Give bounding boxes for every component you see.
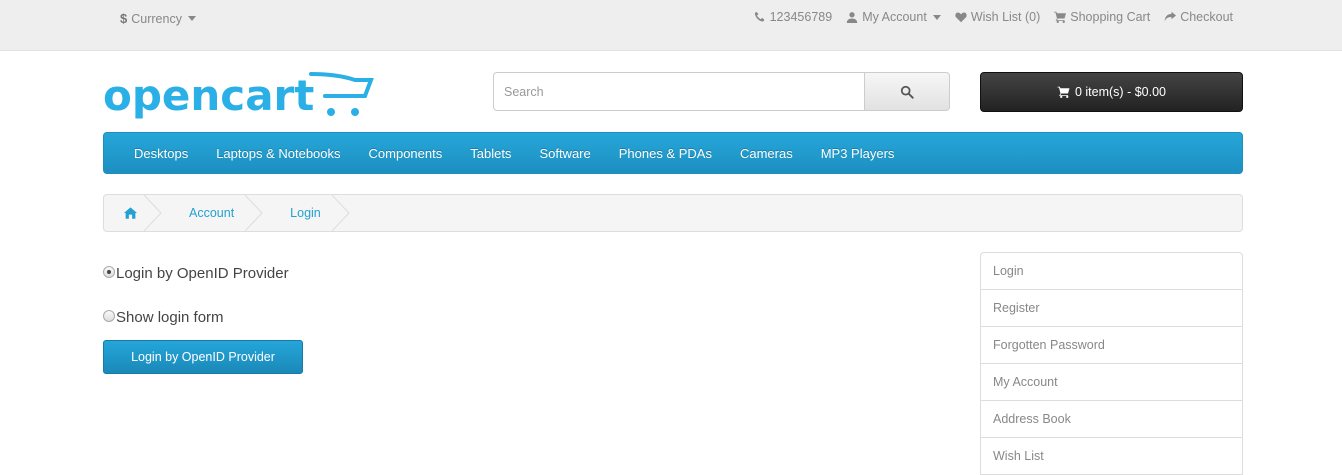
- wish-list-label: Wish List (0): [970, 10, 1041, 24]
- caret-down-icon: [187, 16, 196, 21]
- search-input[interactable]: [493, 72, 865, 111]
- cart-icon: [1057, 86, 1070, 98]
- breadcrumb-separator: [331, 195, 350, 231]
- phone-link[interactable]: 123456789: [754, 10, 833, 24]
- wish-list-link[interactable]: Wish List (0): [955, 10, 1040, 24]
- search-bar: [493, 72, 950, 111]
- top-bar: $ Currency 123456789 My Account Wish Lis…: [0, 0, 1342, 51]
- search-icon: [900, 85, 914, 99]
- phone-icon: [754, 11, 765, 22]
- logo-text: opencart: [103, 71, 314, 120]
- home-icon: [124, 207, 137, 219]
- caret-down-icon: [932, 14, 941, 20]
- breadcrumb-account[interactable]: Account: [161, 195, 263, 231]
- cart-icon: [1054, 11, 1067, 23]
- radio-openid[interactable]: [103, 266, 115, 278]
- menu-item-phones-pdas[interactable]: Phones & PDAs: [605, 146, 726, 161]
- openid-login-button[interactable]: Login by OpenID Provider: [103, 340, 303, 374]
- sidebar-item-wish-list[interactable]: Wish List: [981, 438, 1242, 475]
- heart-icon: [955, 12, 967, 23]
- menu-item-software[interactable]: Software: [525, 146, 604, 161]
- my-account-label: My Account: [862, 10, 927, 24]
- checkout-link[interactable]: Checkout: [1164, 10, 1233, 24]
- breadcrumb-home[interactable]: [104, 195, 162, 231]
- currency-label: Currency: [131, 11, 182, 26]
- menu-item-components[interactable]: Components: [355, 146, 457, 161]
- sidebar-item-login[interactable]: Login: [981, 253, 1242, 290]
- menu-item-laptops-notebooks[interactable]: Laptops & Notebooks: [202, 146, 354, 161]
- search-button[interactable]: [865, 72, 950, 111]
- menu-item-mp3-players[interactable]: MP3 Players: [807, 146, 909, 161]
- breadcrumb: Account Login: [103, 194, 1243, 232]
- radio-option-login-form[interactable]: Show login form: [103, 309, 224, 326]
- radio-login-form-label: Show login form: [116, 309, 224, 326]
- phone-number: 123456789: [769, 10, 833, 24]
- radio-option-openid[interactable]: Login by OpenID Provider: [103, 265, 289, 282]
- account-sidebar: Login Register Forgotten Password My Acc…: [980, 252, 1243, 475]
- sidebar-item-forgotten-password[interactable]: Forgotten Password: [981, 327, 1242, 364]
- menu-item-desktops[interactable]: Desktops: [120, 146, 202, 161]
- menu-item-tablets[interactable]: Tablets: [456, 146, 525, 161]
- breadcrumb-account-label: Account: [189, 206, 235, 220]
- breadcrumb-separator: [144, 195, 162, 231]
- sidebar-item-register[interactable]: Register: [981, 290, 1242, 327]
- opencart-logo[interactable]: opencart: [103, 70, 375, 122]
- breadcrumb-separator: [245, 195, 263, 231]
- my-account-dropdown[interactable]: My Account: [846, 10, 941, 24]
- shopping-cart-link[interactable]: Shopping Cart: [1054, 10, 1150, 24]
- share-icon: [1164, 11, 1177, 22]
- cart-logo-icon: [309, 72, 374, 98]
- currency-dropdown[interactable]: $ Currency: [120, 11, 196, 26]
- sidebar-item-my-account[interactable]: My Account: [981, 364, 1242, 401]
- currency-symbol: $: [120, 11, 128, 26]
- shopping-cart-label: Shopping Cart: [1070, 10, 1151, 24]
- cart-total: 0 item(s) - $0.00: [1074, 85, 1166, 99]
- sidebar-item-address-book[interactable]: Address Book: [981, 401, 1242, 438]
- breadcrumb-login[interactable]: Login: [262, 195, 350, 231]
- top-links: 123456789 My Account Wish List (0) Shopp…: [754, 10, 1233, 24]
- menu-item-cameras[interactable]: Cameras: [726, 146, 807, 161]
- checkout-label: Checkout: [1180, 10, 1233, 24]
- cart-button[interactable]: 0 item(s) - $0.00: [980, 72, 1243, 112]
- breadcrumb-login-label: Login: [290, 206, 321, 220]
- main-menu: Desktops Laptops & Notebooks Components …: [103, 132, 1243, 174]
- radio-openid-label: Login by OpenID Provider: [116, 265, 289, 282]
- radio-login-form[interactable]: [103, 310, 115, 322]
- user-icon: [846, 12, 858, 23]
